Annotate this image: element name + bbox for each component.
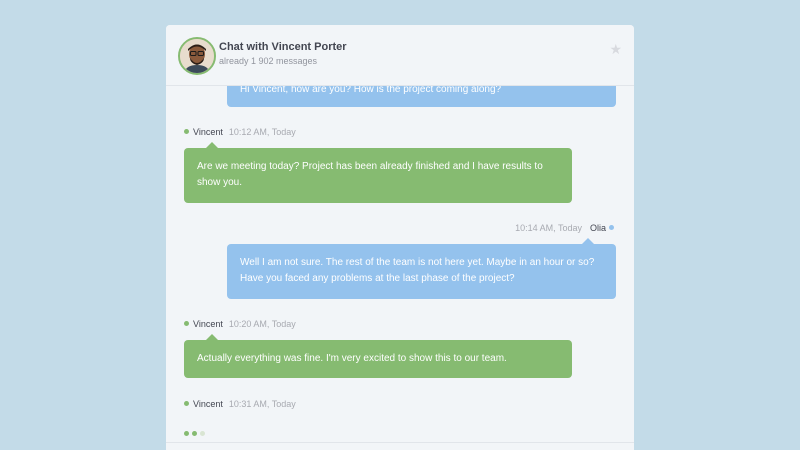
- sender-name: Vincent: [193, 319, 223, 329]
- chat-panel: Hi Vincent, how are you? How is the proj…: [166, 25, 634, 450]
- message-meta: Vincent 10:12 AM, Today: [184, 127, 296, 137]
- online-status-icon: [184, 321, 189, 327]
- message-count: already 1 902 messages: [219, 56, 318, 66]
- chat-history[interactable]: Hi Vincent, how are you? How is the proj…: [166, 25, 634, 450]
- message-meta: Vincent 10:31 AM, Today: [184, 399, 296, 409]
- message-time: 10:12 AM, Today: [228, 127, 296, 137]
- sender-name: Olia: [589, 223, 606, 233]
- chat-header: Chat with Vincent Porter already 1 902 m…: [166, 25, 634, 86]
- sender-name: Vincent: [193, 127, 223, 137]
- message-bubble-vincent: Are we meeting today? Project has been a…: [184, 148, 572, 203]
- message-bubble-olia: Well I am not sure. The rest of the team…: [227, 244, 616, 299]
- online-status-icon: [184, 401, 189, 407]
- message-meta: Vincent 10:20 AM, Today: [184, 319, 296, 329]
- message-meta: 10:14 AM, Today Olia: [515, 223, 614, 233]
- message-bubble-vincent: Actually everything was fine. I'm very e…: [184, 340, 572, 378]
- typing-dot-icon: [192, 431, 197, 436]
- typing-dot-icon: [200, 431, 205, 436]
- typing-dot-icon: [184, 431, 189, 436]
- avatar-image: [180, 39, 214, 73]
- message-time: 10:20 AM, Today: [228, 319, 296, 329]
- message-time: 10:14 AM, Today: [515, 223, 582, 233]
- message-time: 10:31 AM, Today: [228, 399, 296, 409]
- avatar[interactable]: [178, 37, 216, 75]
- divider: [166, 442, 634, 443]
- online-status-icon: [184, 129, 189, 135]
- sender-name: Vincent: [193, 399, 223, 409]
- typing-indicator: [184, 423, 208, 441]
- online-status-icon: [609, 225, 614, 231]
- chat-title: Chat with Vincent Porter: [219, 41, 347, 53]
- star-icon[interactable]: ★: [609, 42, 622, 56]
